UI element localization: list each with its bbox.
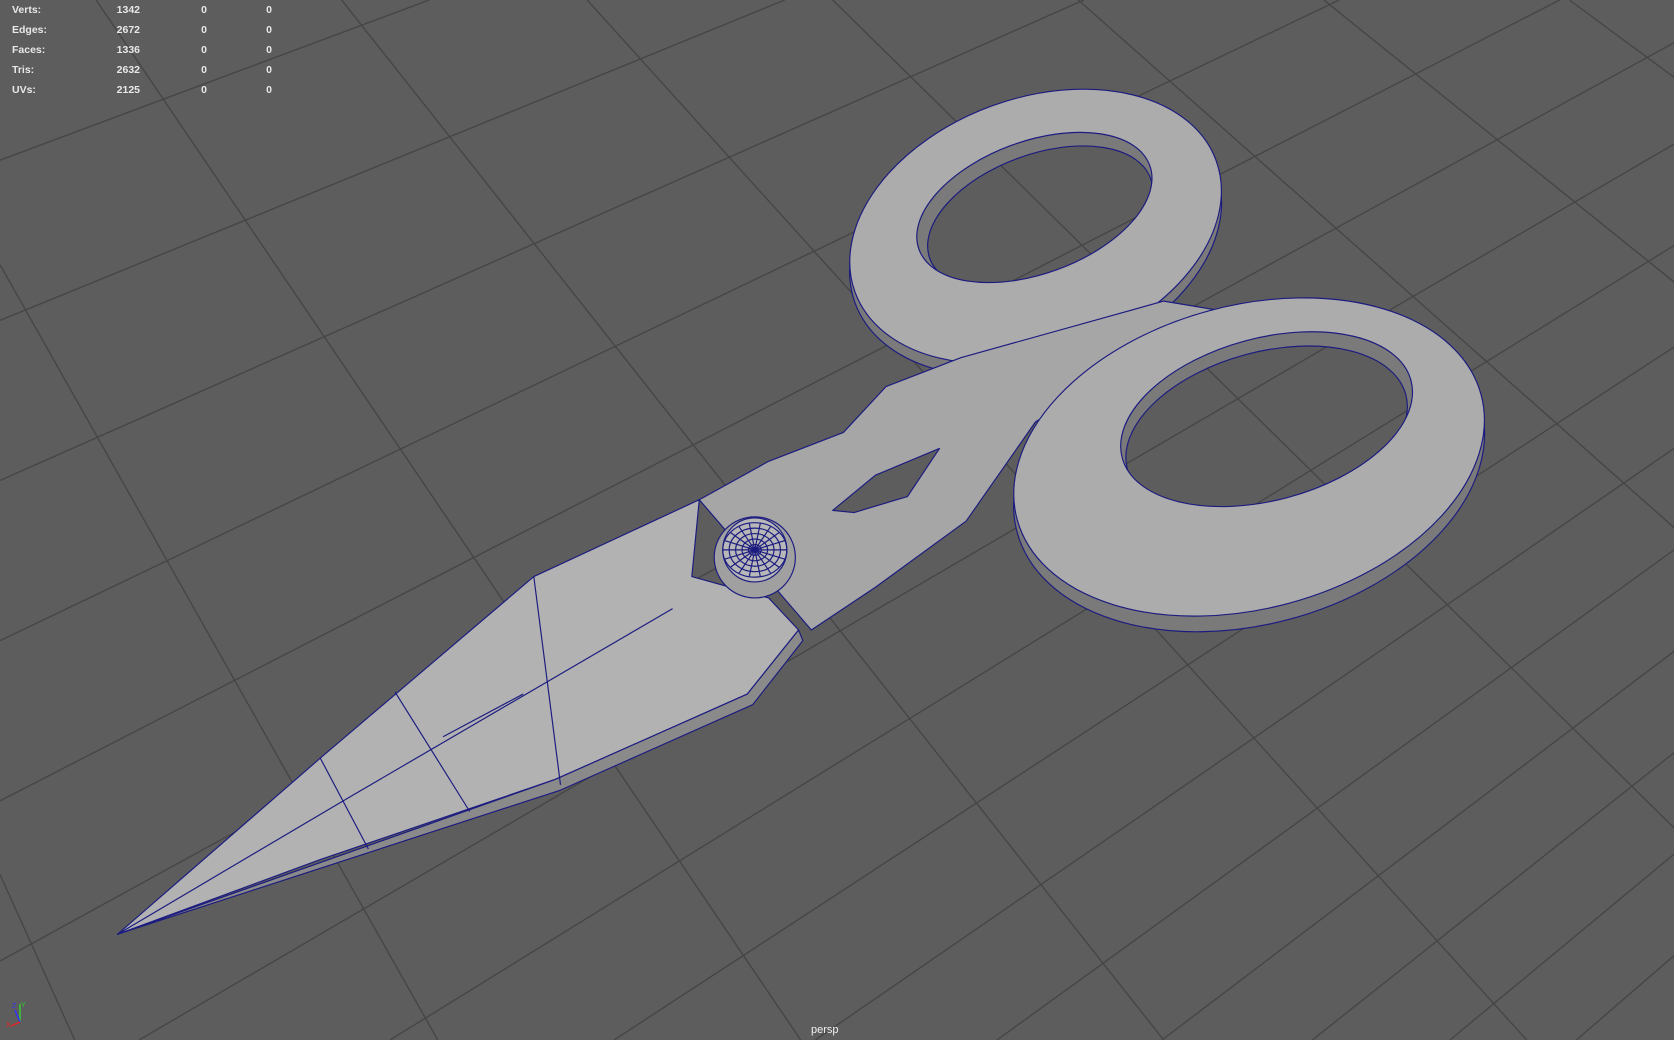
hud-value: 2632 <box>116 64 140 76</box>
grid-line <box>1311 752 1674 1040</box>
hud-component: 0 <box>266 4 272 16</box>
hud-value: 2672 <box>116 24 140 36</box>
hud-selected: 0 <box>201 24 207 36</box>
hud-value: 2125 <box>116 84 140 96</box>
axis-x-label: X <box>6 1022 11 1028</box>
hud-selected: 0 <box>201 64 207 76</box>
grid-line <box>996 549 1674 1040</box>
3d-viewport[interactable] <box>0 0 1674 1040</box>
hud-label: Tris: <box>12 64 35 76</box>
hud-selected: 0 <box>201 44 207 56</box>
hud-label: Edges: <box>12 24 48 36</box>
hud-label: Verts: <box>12 4 42 16</box>
hud-value: 1336 <box>116 44 140 56</box>
axis-z-label: Z <box>12 1003 17 1010</box>
hud-value: 1342 <box>116 4 140 16</box>
hud-label: UVs: <box>12 84 36 96</box>
hud-selected: 0 <box>201 84 207 96</box>
grid-line <box>1568 0 1674 78</box>
grid-line <box>1323 0 1674 283</box>
hud-component: 0 <box>266 64 272 76</box>
grid-line <box>1161 650 1674 1040</box>
axis-y-label: Y <box>21 1002 26 1009</box>
camera-name-label: persp <box>811 1024 839 1036</box>
grid-line <box>0 0 1560 802</box>
hud-component: 0 <box>266 84 272 96</box>
grid-line <box>613 346 1674 1040</box>
grid-line <box>0 0 430 161</box>
hud-selected: 0 <box>201 4 207 16</box>
grid-line <box>1575 955 1674 1040</box>
grid-line <box>0 264 439 1040</box>
pivot-screw <box>713 516 796 599</box>
hud-label: Faces: <box>12 44 46 56</box>
axis-gizmo-icon: Z Y X <box>6 1002 26 1028</box>
hud-component: 0 <box>266 24 272 36</box>
hud-component: 0 <box>266 44 272 56</box>
grid-line <box>1449 853 1674 1040</box>
